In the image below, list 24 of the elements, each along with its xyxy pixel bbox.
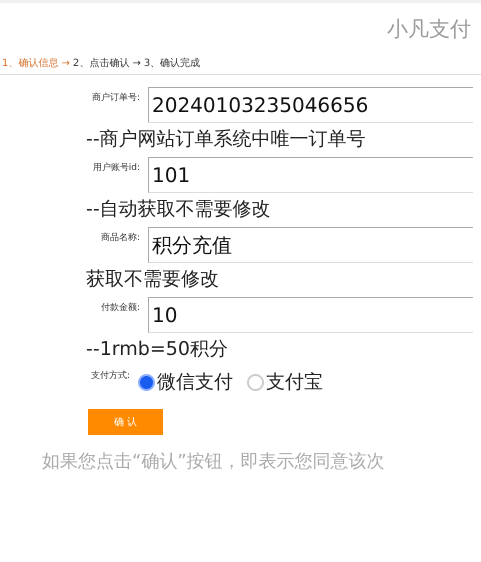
notice-text: 如果您点击“确认”按钮，即表示您同意该次 — [41, 450, 386, 473]
input-field[interactable]: 10 — [148, 297, 473, 333]
radio-icon[interactable] — [247, 374, 264, 390]
field-label: 付款金额: — [100, 302, 141, 314]
field-label: 商品名称: — [100, 232, 141, 244]
radio-icon[interactable] — [138, 374, 155, 390]
field-hint: --商户网站订单系统中唯一订单号 — [85, 127, 367, 152]
page-title: 小凡支付 — [387, 16, 471, 38]
field-hint: --1rmb=50积分 — [85, 337, 229, 362]
field-label: 用户账号id: — [92, 162, 141, 174]
radio-option[interactable]: 支付宝 — [247, 369, 323, 395]
step-label: 2、点击确认 → — [72, 56, 141, 70]
radio-label: 微信支付 — [157, 370, 233, 395]
field-hint: 获取不需要修改 — [85, 267, 220, 292]
radio-label: 支付宝 — [266, 370, 323, 395]
field-hint: --自动获取不需要修改 — [85, 197, 272, 222]
field-label: 商户订单号: — [90, 92, 141, 104]
input-field[interactable]: 积分充值 — [148, 227, 473, 263]
input-field[interactable]: 20240103235046656 — [148, 87, 473, 123]
field-label: 支付方式: — [90, 370, 131, 382]
step-label: 3、确认完成 — [144, 56, 200, 70]
radio-option[interactable]: 微信支付 — [138, 369, 233, 395]
step-label: 1、确认信息 → — [2, 56, 70, 70]
input-field[interactable]: 101 — [148, 157, 473, 193]
